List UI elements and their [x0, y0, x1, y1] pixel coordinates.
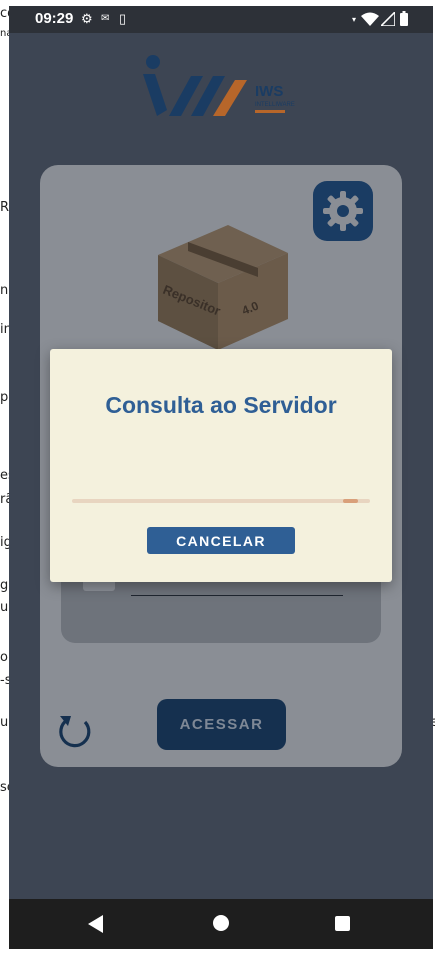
- android-nav-bar: [9, 899, 433, 949]
- settings-button[interactable]: [313, 181, 373, 241]
- gear-icon: [323, 191, 363, 231]
- dialog-title: Consulta ao Servidor: [105, 392, 337, 418]
- logo-tagline: INTELLIWARE: [255, 102, 295, 108]
- signal-icon: [381, 12, 395, 26]
- cancel-button[interactable]: CANCELAR: [147, 527, 295, 554]
- repositor-box-image: Repositor 4.0: [158, 225, 288, 350]
- home-icon[interactable]: [213, 915, 229, 931]
- bg-text-fragment: o: [0, 650, 8, 665]
- recent-apps-icon[interactable]: [335, 916, 350, 931]
- iws-logo: IWS INTELLIWARE: [143, 55, 295, 116]
- bg-text-fragment: R: [0, 200, 10, 215]
- gear-icon: ⚙: [81, 11, 93, 26]
- logo-name: IWS: [255, 83, 283, 100]
- sim-icon: ▯: [119, 11, 127, 26]
- back-icon[interactable]: [88, 915, 103, 933]
- status-bar: 09:29 ⚙ ✉ ▯ ▾: [9, 6, 433, 33]
- battery-icon: [400, 11, 408, 26]
- signal-arrow-icon: ▾: [352, 15, 357, 24]
- progress-fill: [343, 499, 359, 503]
- acessar-button[interactable]: ACESSAR: [157, 699, 286, 750]
- status-time: 09:29: [35, 10, 74, 27]
- password-field[interactable]: [131, 595, 343, 596]
- progress-bar: [72, 499, 370, 503]
- wifi-icon: [361, 12, 379, 26]
- refresh-icon[interactable]: [55, 712, 95, 752]
- server-query-dialog: Consulta ao Servidor CANCELAR: [50, 349, 392, 582]
- notification-icon: ✉: [101, 13, 110, 24]
